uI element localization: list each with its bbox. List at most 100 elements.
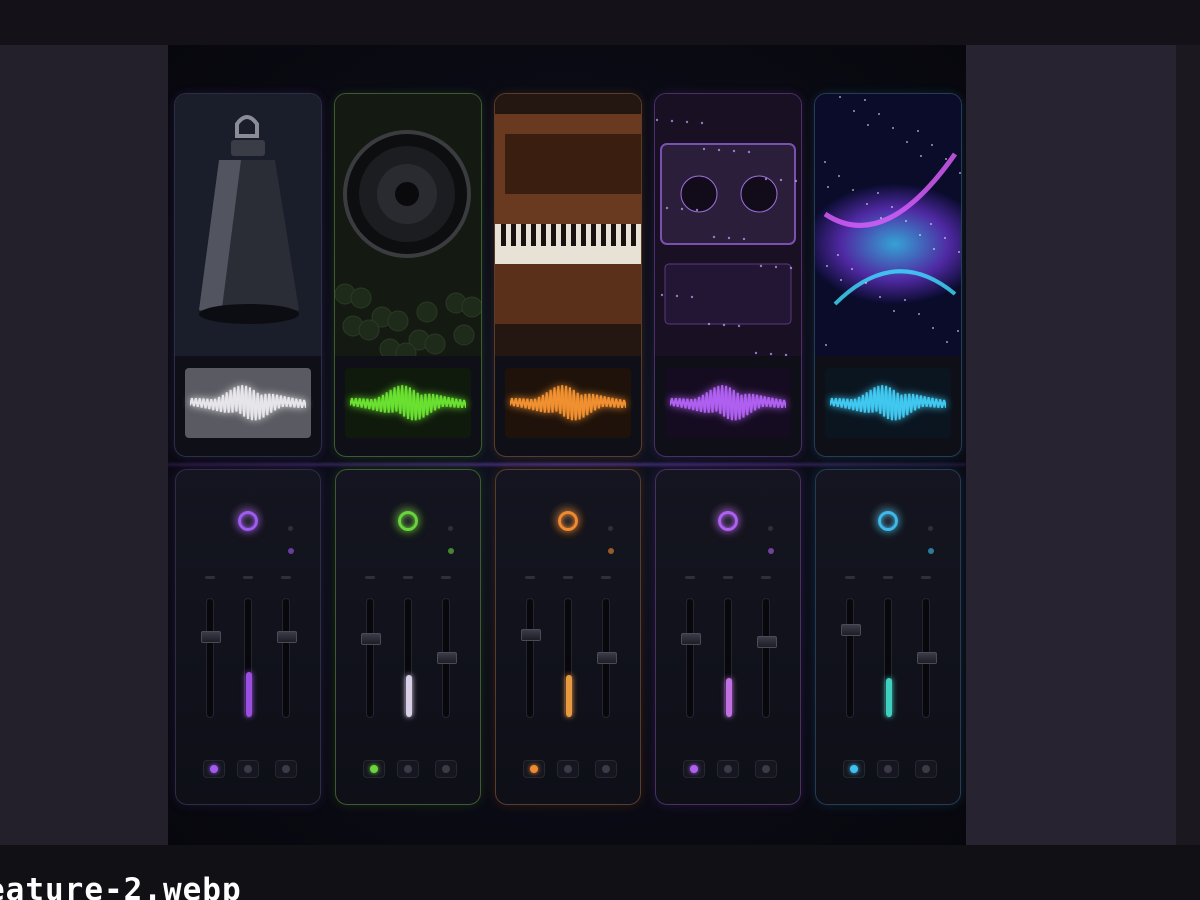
gain-knob[interactable] bbox=[709, 502, 747, 540]
fader-handle[interactable] bbox=[681, 633, 701, 645]
channel-card[interactable] bbox=[654, 93, 802, 457]
fader-handle[interactable] bbox=[361, 633, 381, 645]
pad-button-1[interactable] bbox=[523, 760, 545, 778]
pad-led bbox=[884, 765, 892, 773]
divider-glow bbox=[168, 463, 966, 466]
waveform-icon bbox=[350, 385, 466, 421]
level-meter bbox=[406, 675, 412, 717]
channel-card[interactable] bbox=[814, 93, 962, 457]
channel-card[interactable] bbox=[174, 93, 322, 457]
fader-2[interactable] bbox=[564, 598, 572, 718]
fader-label bbox=[281, 576, 291, 579]
nebula-artwork bbox=[815, 94, 961, 356]
channel-card[interactable] bbox=[334, 93, 482, 457]
gain-knob[interactable] bbox=[389, 502, 427, 540]
fader-1[interactable] bbox=[201, 598, 221, 718]
fader-handle[interactable] bbox=[521, 629, 541, 641]
pad-led bbox=[850, 765, 858, 773]
piano-icon bbox=[495, 94, 641, 356]
indicator-dot bbox=[288, 526, 293, 531]
waveform-preview[interactable] bbox=[185, 368, 311, 438]
pad-led bbox=[602, 765, 610, 773]
level-meter bbox=[886, 678, 892, 717]
waveform-preview[interactable] bbox=[825, 368, 951, 438]
status-led bbox=[928, 548, 934, 554]
level-meter bbox=[246, 672, 252, 717]
pad-button-3[interactable] bbox=[595, 760, 617, 778]
channel-card[interactable] bbox=[494, 93, 642, 457]
pad-button-1[interactable] bbox=[363, 760, 385, 778]
fader-handle[interactable] bbox=[757, 636, 777, 648]
mixer-strip bbox=[335, 469, 481, 805]
fader-handle[interactable] bbox=[277, 631, 297, 643]
fader-label bbox=[601, 576, 611, 579]
pad-button-2[interactable] bbox=[237, 760, 259, 778]
pad-led bbox=[282, 765, 290, 773]
speaker-artwork bbox=[335, 94, 481, 364]
fader-label bbox=[205, 576, 215, 579]
pad-led bbox=[530, 765, 538, 773]
waveform-icon bbox=[510, 385, 626, 421]
pad-button-3[interactable] bbox=[435, 760, 457, 778]
fader-label bbox=[723, 576, 733, 579]
fader-2[interactable] bbox=[244, 598, 252, 718]
pad-button-2[interactable] bbox=[877, 760, 899, 778]
fader-3[interactable] bbox=[277, 598, 297, 718]
cassette-icon bbox=[655, 94, 801, 357]
fader-1[interactable] bbox=[841, 598, 861, 718]
knob-ring bbox=[238, 511, 258, 531]
speaker-icon bbox=[335, 94, 481, 364]
pad-led bbox=[690, 765, 698, 773]
fader-3[interactable] bbox=[437, 598, 457, 718]
pad-button-1[interactable] bbox=[843, 760, 865, 778]
pad-button-1[interactable] bbox=[203, 760, 225, 778]
fader-3[interactable] bbox=[757, 598, 777, 718]
piano-artwork bbox=[495, 94, 641, 356]
pad-led bbox=[404, 765, 412, 773]
pad-led bbox=[370, 765, 378, 773]
fader-3[interactable] bbox=[917, 598, 937, 718]
fader-2[interactable] bbox=[884, 598, 892, 718]
mixer-strip bbox=[495, 469, 641, 805]
pad-button-2[interactable] bbox=[397, 760, 419, 778]
top-bar bbox=[0, 0, 1200, 45]
indicator-dot bbox=[608, 526, 613, 531]
knob-ring bbox=[878, 511, 898, 531]
gain-knob[interactable] bbox=[229, 502, 267, 540]
fader-handle[interactable] bbox=[201, 631, 221, 643]
fader-2[interactable] bbox=[724, 598, 732, 718]
mixer-strip bbox=[815, 469, 961, 805]
pad-button-3[interactable] bbox=[275, 760, 297, 778]
waveform-preview[interactable] bbox=[505, 368, 631, 438]
fader-1[interactable] bbox=[681, 598, 701, 718]
fader-handle[interactable] bbox=[917, 652, 937, 664]
level-meter bbox=[726, 678, 732, 717]
knob-ring bbox=[718, 511, 738, 531]
fader-handle[interactable] bbox=[597, 652, 617, 664]
fader-label bbox=[441, 576, 451, 579]
fader-1[interactable] bbox=[361, 598, 381, 718]
fader-label bbox=[243, 576, 253, 579]
fader-2[interactable] bbox=[404, 598, 412, 718]
cassette-artwork bbox=[655, 94, 801, 357]
nebula-icon bbox=[815, 94, 961, 356]
fader-label bbox=[883, 576, 893, 579]
waveform-icon bbox=[830, 385, 946, 421]
indicator-dot bbox=[768, 526, 773, 531]
pad-led bbox=[564, 765, 572, 773]
pad-button-1[interactable] bbox=[683, 760, 705, 778]
fader-1[interactable] bbox=[521, 598, 541, 718]
pad-button-2[interactable] bbox=[717, 760, 739, 778]
gain-knob[interactable] bbox=[869, 502, 907, 540]
pad-button-2[interactable] bbox=[557, 760, 579, 778]
gain-knob[interactable] bbox=[549, 502, 587, 540]
fader-handle[interactable] bbox=[437, 652, 457, 664]
pad-button-3[interactable] bbox=[755, 760, 777, 778]
fader-label bbox=[525, 576, 535, 579]
waveform-preview[interactable] bbox=[345, 368, 471, 438]
waveform-preview[interactable] bbox=[665, 368, 791, 438]
image-filename: eature-2.webp bbox=[0, 872, 242, 900]
fader-3[interactable] bbox=[597, 598, 617, 718]
pad-button-3[interactable] bbox=[915, 760, 937, 778]
fader-handle[interactable] bbox=[841, 624, 861, 636]
